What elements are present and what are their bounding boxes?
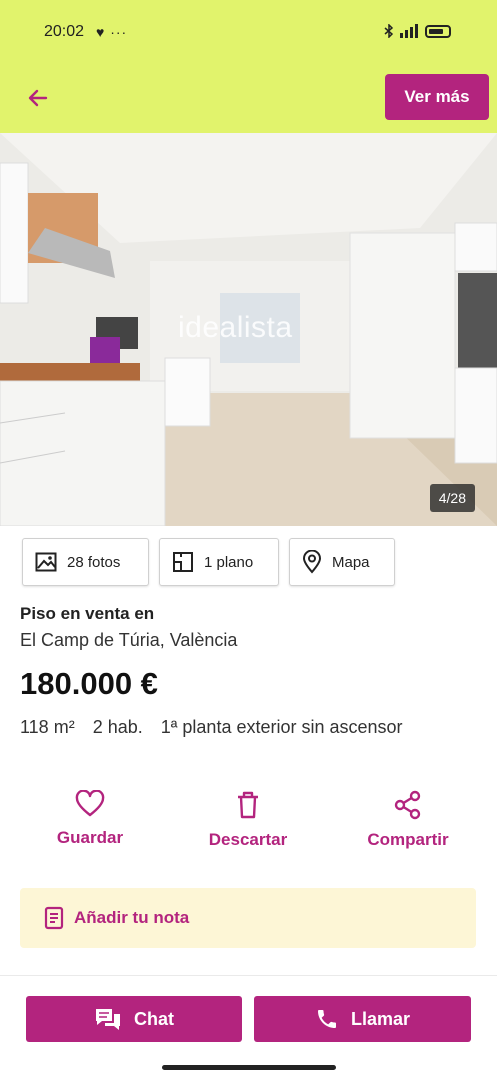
image-icon <box>35 552 57 572</box>
call-label: Llamar <box>350 1008 411 1029</box>
divider <box>0 975 497 976</box>
add-note-button[interactable]: Añadir tu nota <box>20 888 476 948</box>
map-chip-label: Mapa <box>332 553 370 571</box>
note-icon <box>44 906 64 930</box>
call-button[interactable]: Llamar <box>254 996 471 1042</box>
status-time: 20:02 <box>44 23 85 40</box>
media-chips: 28 fotos 1 plano Mapa <box>22 538 395 586</box>
listing-location: El Camp de Túria, València <box>20 630 238 650</box>
plan-chip-label: 1 plano <box>204 553 254 571</box>
listing-features: 118 m² 2 hab. 1ª planta exterior sin ascen… <box>20 712 440 743</box>
add-note-label: Añadir tu nota <box>74 908 190 927</box>
listing-photo[interactable]: idealista 4/28 <box>0 133 497 526</box>
listing-actions: Guardar Descartar Compartir <box>0 790 497 860</box>
back-button[interactable] <box>20 80 56 116</box>
battery-icon <box>425 24 451 38</box>
plan-chip[interactable]: 1 plano <box>159 538 279 586</box>
status-indicators <box>383 24 451 38</box>
map-chip[interactable]: Mapa <box>289 538 395 586</box>
photo-counter: 4/28 <box>429 484 475 512</box>
chat-label: Chat <box>134 1008 174 1029</box>
feature-rooms: 2 hab. <box>92 717 143 737</box>
idealista-watermark: idealista <box>178 311 293 344</box>
arrow-left-icon <box>28 89 48 107</box>
discard-label: Descartar <box>208 830 288 849</box>
listing-title: Piso en venta en <box>20 604 155 623</box>
feature-floor: 1ª planta exterior sin ascensor <box>160 717 403 737</box>
trash-icon <box>238 791 258 819</box>
discard-button[interactable]: Descartar <box>202 790 294 850</box>
photos-chip-label: 28 fotos <box>67 553 121 571</box>
notification-icons: ♥ ··· <box>96 24 128 40</box>
chat-icon <box>96 1009 120 1030</box>
share-icon <box>394 790 421 820</box>
listing-price: 180.000 € <box>20 666 158 701</box>
floor-plan-icon <box>173 552 193 572</box>
save-button[interactable]: Guardar <box>52 790 128 848</box>
save-label: Guardar <box>56 828 124 847</box>
location-pin-icon <box>302 550 322 574</box>
share-label: Compartir <box>367 830 449 849</box>
feature-area: 118 m² <box>20 717 75 737</box>
bluetooth-icon <box>384 24 394 38</box>
app-header: 20:02 ♥ ··· Ver más <box>0 0 497 133</box>
chat-button[interactable]: Chat <box>26 996 242 1042</box>
photos-chip[interactable]: 28 fotos <box>22 538 149 586</box>
heart-icon <box>75 790 105 817</box>
signal-icon <box>400 24 418 38</box>
phone-icon <box>317 1010 336 1028</box>
share-button[interactable]: Compartir <box>360 790 456 850</box>
ver-mas-button[interactable]: Ver más <box>385 74 489 120</box>
home-indicator[interactable] <box>162 1065 336 1070</box>
